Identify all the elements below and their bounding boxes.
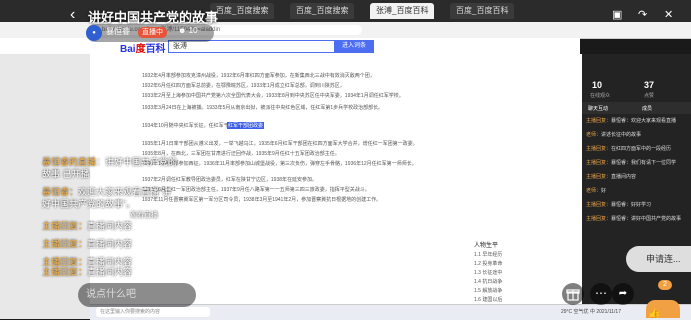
- viewer-count: ☻ 10: [178, 26, 198, 35]
- share-arrow-icon: ➦: [618, 288, 628, 299]
- doc-line: 1932年4月率部参加攻克漳州战役，1932年6月率红四方面军参加，在新集西北三…: [142, 73, 375, 79]
- close-icon[interactable]: ✕: [664, 8, 673, 21]
- doc-line: 1932年6月任红四方面军总前委，在鄂豫皖苏区，1933年1月成立红军总部，调到…: [142, 83, 345, 89]
- gift-button[interactable]: [562, 283, 584, 305]
- panel-message: 老师：好: [586, 188, 607, 194]
- browser-tab[interactable]: 张溥_百度百科: [370, 3, 435, 19]
- back-arrow-icon[interactable]: ‹: [70, 6, 75, 24]
- comment-input[interactable]: 说点什么吧: [78, 283, 196, 307]
- person-icon: ☻: [178, 26, 187, 35]
- browser-tab[interactable]: 百度_百度百科: [450, 3, 515, 19]
- selected-text: 红军干部团政委: [227, 122, 265, 129]
- panel-message: 主播回复：暴恒睿：好好学习: [586, 202, 652, 208]
- tab-members[interactable]: 成员: [642, 105, 652, 112]
- baidu-header: Bai度百科 张溥 进入词条: [0, 38, 580, 55]
- chat-message: 暴恒睿的直播：讲好中国共产党的: [42, 157, 178, 167]
- toc-item[interactable]: 1.2 投身革命: [474, 260, 502, 267]
- share-button[interactable]: ➦: [612, 283, 634, 305]
- baidu-baike-logo: Bai度百科: [120, 44, 166, 55]
- more-icon: ⋯: [595, 286, 607, 300]
- chat-message: 暴恒睿：欢迎大家来观看直播“讲: [42, 187, 172, 197]
- host-name: 暴恒睿: [106, 27, 130, 36]
- like-stat: 37: [644, 80, 655, 90]
- fullscreen-icon[interactable]: ▣: [612, 8, 622, 21]
- toc-item[interactable]: 1.4 抗日战争: [474, 278, 502, 285]
- host-info[interactable]: ● 暴恒睿 直播中 ☻ 10: [86, 24, 214, 42]
- chat-message: 好中国共产党的故事”。: [42, 199, 135, 209]
- panel-message: 主播回复：暴恒睿：欢迎大家来观看直播: [586, 118, 677, 124]
- toc-item[interactable]: 1.3 长征途中: [474, 269, 502, 276]
- panel-message: 老师：讲述长征中的故事: [586, 132, 642, 138]
- online-label: 在线观众: [590, 93, 611, 99]
- chat-message: 主播回复：直播间内容: [42, 221, 133, 231]
- chat-message: 故事 已开播: [42, 169, 90, 179]
- share-icon[interactable]: ↷: [638, 8, 647, 21]
- like-label: 点赞: [644, 93, 655, 99]
- chat-message: 主播回复：直播间内容: [42, 239, 133, 249]
- live-side-panel: 10 在线观众 37 点赞 聊天互动 成员 主播回复：暴恒睿：欢迎大家来观看直播…: [582, 54, 691, 319]
- browser-tab[interactable]: 百度_百度搜索: [210, 3, 275, 19]
- toc-item[interactable]: 1.1 早年经历: [474, 251, 502, 258]
- toc-title: 人物生平: [474, 243, 499, 249]
- viewer-count-value: 10: [188, 26, 198, 35]
- enter-entry-button[interactable]: 进入词条: [334, 40, 374, 53]
- toc-item[interactable]: 1.5 解放战争: [474, 287, 502, 294]
- taskbar-info: 29°C 空气优 中 2021/11/17: [561, 309, 621, 315]
- host-avatar[interactable]: ●: [86, 25, 102, 41]
- apply-mic-button[interactable]: 申请连...: [626, 246, 691, 272]
- online-count: 10: [592, 80, 603, 90]
- thumbs-up-icon[interactable]: 👍: [648, 308, 660, 319]
- panel-message: 主播回复：在红四方面军中的一段经历: [586, 146, 672, 152]
- panel-tabs: 聊天互动 成员: [582, 102, 691, 114]
- panel-message: 主播回复：暴恒睿：我们有请下一位同学: [586, 160, 677, 166]
- doc-line: 1933年2月至上海参加中国共产党第六次全国代表大会，1933年8月到中央苏区任…: [142, 93, 404, 99]
- panel-message: 主播回复：直播间内容: [586, 174, 637, 180]
- more-button[interactable]: ⋯: [590, 283, 612, 305]
- tab-chat[interactable]: 聊天互动: [588, 105, 608, 112]
- like-count: 2: [658, 280, 672, 290]
- toc-item[interactable]: 1.6 建国以后: [474, 296, 502, 303]
- gift-icon: [566, 289, 580, 301]
- doc-line: 1935年1月1日率干部团从遵义出发，一举飞越乌江，1935年6月红军干部团在红…: [142, 141, 418, 147]
- doc-line: 1933年3月24日在上海被捕。1933年5月从南京出狱，被派往中央红色区域，任…: [142, 105, 384, 111]
- live-badge: 直播中: [138, 27, 167, 38]
- panel-message: 主播回复：暴恒睿：讲好中国共产党的故事: [586, 216, 682, 222]
- browser-tab[interactable]: 百度_百度搜索: [290, 3, 355, 19]
- chat-message: 主播回复：直播间内容: [42, 267, 133, 277]
- taskbar-search[interactable]: 在这里输入你要搜索的内容: [96, 307, 210, 317]
